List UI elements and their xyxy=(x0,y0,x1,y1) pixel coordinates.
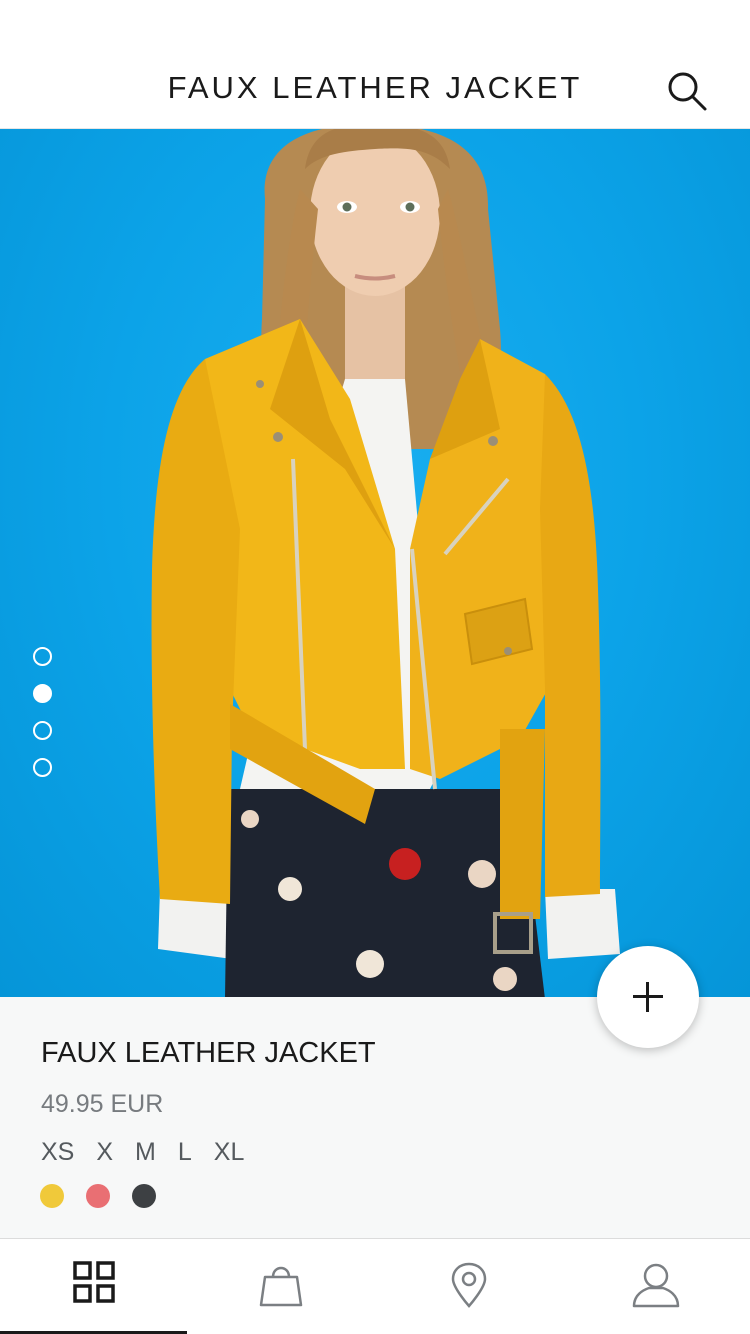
search-icon xyxy=(668,72,707,111)
bottom-tab-bar xyxy=(0,1238,750,1334)
size-option-x[interactable]: X xyxy=(96,1138,113,1167)
tab-stores[interactable] xyxy=(375,1239,563,1334)
size-option-l[interactable]: L xyxy=(178,1138,192,1167)
carousel-dot[interactable] xyxy=(33,647,52,666)
size-option-m[interactable]: M xyxy=(135,1138,156,1167)
page-title: FAUX LEATHER JACKET xyxy=(167,70,583,105)
tab-account[interactable] xyxy=(563,1239,750,1334)
product-photo xyxy=(151,129,620,997)
user-icon xyxy=(633,1263,680,1308)
bag-icon xyxy=(260,1266,303,1307)
size-option-xs[interactable]: XS xyxy=(41,1138,74,1167)
location-pin-icon xyxy=(451,1262,487,1308)
search-button[interactable] xyxy=(664,68,710,112)
color-swatch-dark[interactable] xyxy=(132,1184,156,1208)
tab-bag[interactable] xyxy=(188,1239,376,1334)
size-option-xl[interactable]: XL xyxy=(214,1138,245,1167)
carousel-indicator xyxy=(33,647,53,795)
add-to-bag-button[interactable] xyxy=(597,946,699,1048)
color-swatch-pink[interactable] xyxy=(86,1184,110,1208)
color-swatch-yellow[interactable] xyxy=(40,1184,64,1208)
top-header: FAUX LEATHER JACKET xyxy=(0,0,750,129)
carousel-dot[interactable] xyxy=(33,758,52,777)
product-price: 49.95 EUR xyxy=(41,1090,164,1118)
carousel-dot-active[interactable] xyxy=(33,684,52,703)
product-name: FAUX LEATHER JACKET xyxy=(41,1037,376,1069)
grid-icon xyxy=(73,1261,115,1303)
color-swatch-list xyxy=(40,1184,178,1208)
product-image-carousel[interactable] xyxy=(0,129,750,997)
carousel-dot[interactable] xyxy=(33,721,52,740)
tab-catalog[interactable] xyxy=(0,1239,188,1334)
size-list: XS X M L XL xyxy=(41,1138,266,1167)
